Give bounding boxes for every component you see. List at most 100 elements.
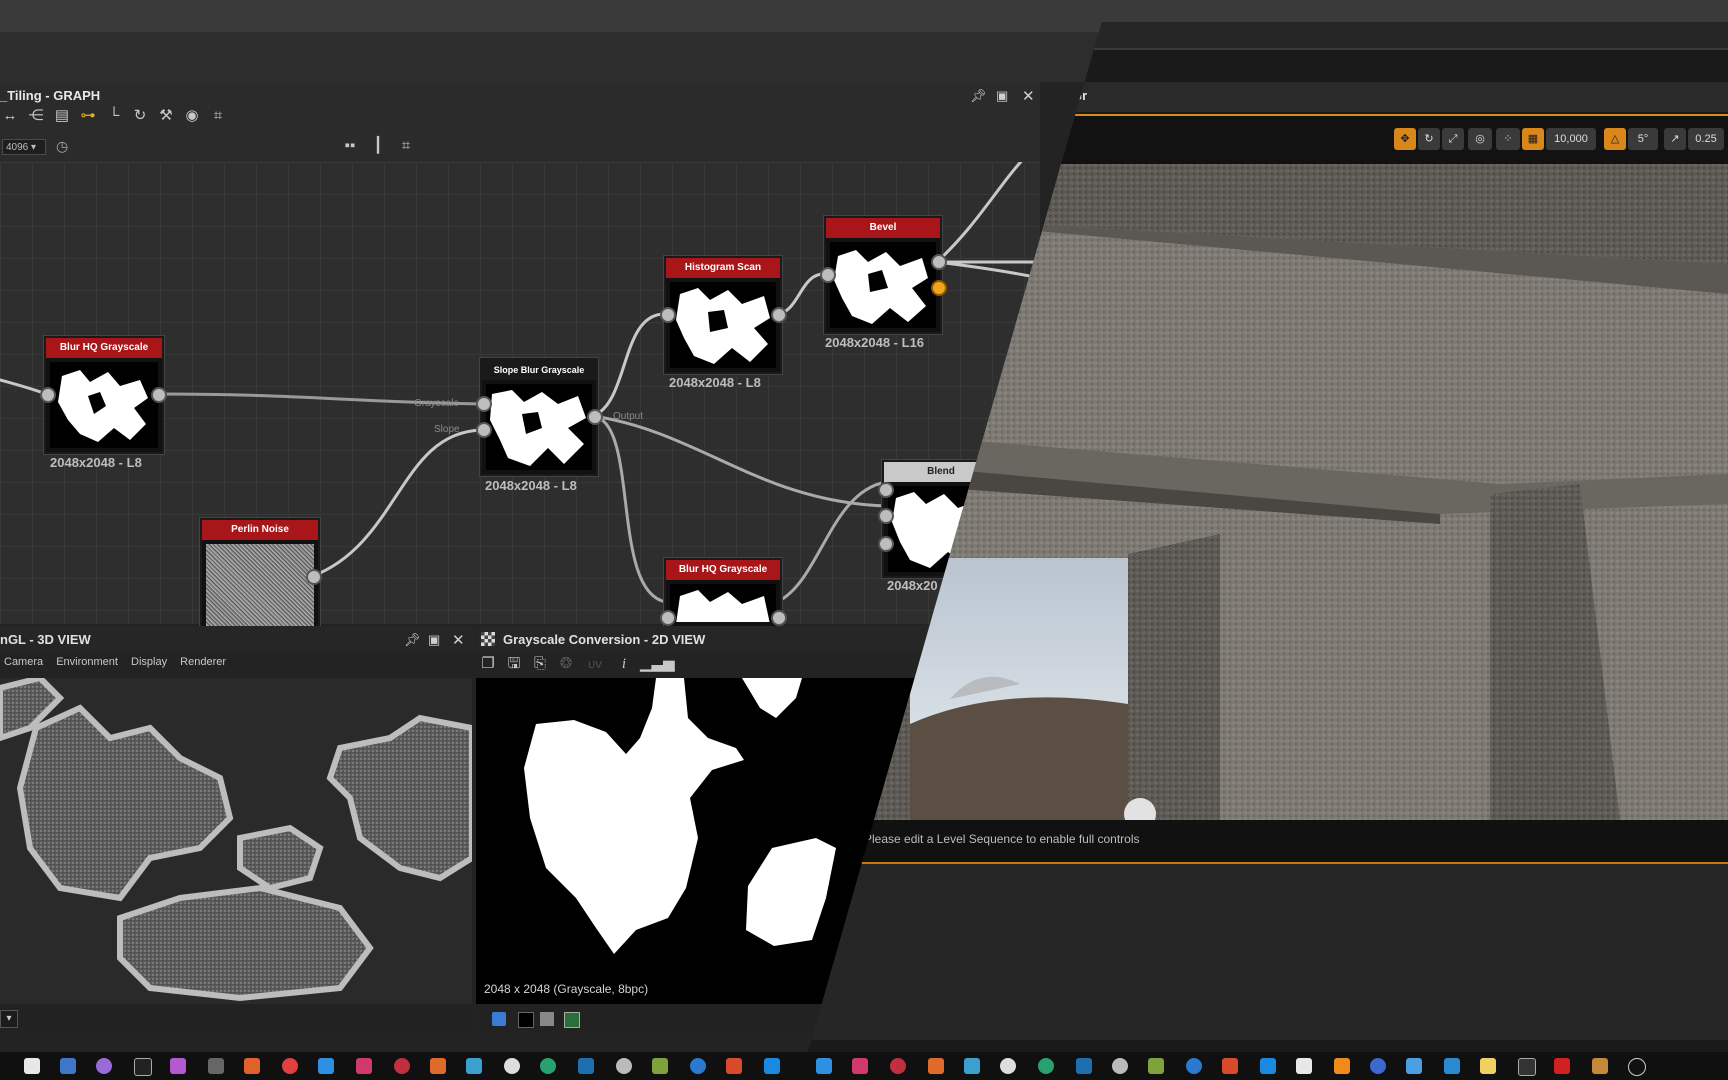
node-input-port-slope[interactable] [476, 422, 492, 438]
world-icon[interactable]: ◎ [1468, 128, 1492, 150]
app-icon[interactable] [134, 1058, 152, 1076]
app-icon[interactable] [356, 1058, 372, 1074]
node-blur-hq-grayscale[interactable]: Blur HQ Grayscale [44, 336, 164, 454]
app-icon[interactable] [1222, 1058, 1238, 1074]
translate-icon[interactable]: ✥ [1394, 128, 1416, 150]
node-slope-blur-grayscale[interactable]: Slope Blur Grayscale [480, 358, 598, 476]
node-output-port[interactable] [306, 569, 322, 585]
view3d-options-dropdown[interactable]: ▾ [0, 1010, 18, 1028]
node-input-port[interactable] [40, 387, 56, 403]
app-icon[interactable] [578, 1058, 594, 1074]
timer-icon[interactable]: ◷ [56, 138, 68, 155]
node-output-port[interactable] [771, 307, 787, 323]
app-icon[interactable] [816, 1058, 832, 1074]
app-icon[interactable] [466, 1058, 482, 1074]
pin-icon[interactable]: 📌︎ [970, 88, 987, 104]
tools-icon[interactable]: ⚒ [156, 106, 176, 126]
app-icon[interactable] [504, 1058, 520, 1074]
app-icon[interactable] [652, 1058, 668, 1074]
app-icon[interactable] [1148, 1058, 1164, 1074]
refresh-icon[interactable]: ↻ [130, 106, 150, 126]
app-icon[interactable] [1260, 1058, 1276, 1074]
connect-icon[interactable]: ↔ [0, 106, 20, 126]
scale-snap-icon[interactable]: ↗ [1664, 128, 1686, 150]
menu-camera[interactable]: Camera [4, 656, 43, 668]
node-output-port-secondary[interactable] [931, 280, 947, 296]
app-icon[interactable] [1406, 1058, 1422, 1074]
app-icon[interactable] [616, 1058, 632, 1074]
resolution-select[interactable]: 4096 ▾ [2, 139, 46, 155]
app-icon[interactable] [1038, 1058, 1054, 1074]
app-icon[interactable] [1076, 1058, 1092, 1074]
app-icon[interactable] [282, 1058, 298, 1074]
app-icon[interactable] [24, 1058, 40, 1074]
app-icon[interactable] [726, 1058, 742, 1074]
app-icon[interactable] [1480, 1058, 1496, 1074]
app-icon[interactable] [1554, 1058, 1570, 1074]
histogram-icon[interactable]: ▁▃▅ [640, 654, 675, 674]
node-input-port[interactable] [820, 267, 836, 283]
app-icon[interactable] [852, 1058, 868, 1074]
app-icon[interactable] [1370, 1058, 1386, 1074]
node-output-port[interactable] [587, 409, 603, 425]
snap-icon[interactable]: ⌗ [396, 136, 416, 156]
frame-icon[interactable]: ▤ [52, 106, 72, 126]
node-input-port[interactable] [660, 610, 676, 626]
hierarchy-icon[interactable]: ⋲ [26, 106, 46, 126]
app-icon[interactable] [1444, 1058, 1460, 1074]
pin-icon[interactable]: 📌︎ [404, 632, 421, 648]
rotate-icon[interactable]: ↻ [1418, 128, 1440, 150]
view3d-viewport[interactable] [0, 678, 472, 1004]
menu-display[interactable]: Display [131, 656, 167, 668]
scale-icon[interactable]: ⤢ [1442, 128, 1464, 150]
app-icon[interactable] [1628, 1058, 1646, 1076]
node-output-port[interactable] [151, 387, 167, 403]
info-icon[interactable]: i [614, 654, 634, 674]
app-icon[interactable] [690, 1058, 706, 1074]
app-icon[interactable] [1518, 1058, 1536, 1076]
app-icon[interactable] [764, 1058, 780, 1074]
app-icon[interactable] [1112, 1058, 1128, 1074]
snapshot-icon[interactable]: ◉ [182, 106, 202, 126]
app-icon[interactable] [318, 1058, 334, 1074]
app-icon[interactable] [96, 1058, 112, 1074]
app-icon[interactable] [1000, 1058, 1016, 1074]
gray-swatch[interactable] [540, 1012, 554, 1026]
app-icon[interactable] [964, 1058, 980, 1074]
node-histogram-scan[interactable]: Histogram Scan [664, 256, 782, 374]
app-icon[interactable] [540, 1058, 556, 1074]
node-perlin-noise[interactable]: Perlin Noise [200, 518, 320, 634]
node-input-port-grayscale[interactable] [476, 396, 492, 412]
app-icon[interactable] [208, 1058, 224, 1074]
node-input-port[interactable] [660, 307, 676, 323]
close-icon[interactable]: ✕ [452, 631, 465, 649]
node-output-port[interactable] [931, 254, 947, 270]
copy-icon[interactable]: ❐ [478, 654, 498, 674]
app-icon[interactable] [60, 1058, 76, 1074]
node-blur-hq-grayscale-2[interactable]: Blur HQ Grayscale [664, 558, 782, 628]
app-icon[interactable] [1296, 1058, 1312, 1074]
grid-icon[interactable]: ⌗ [208, 106, 228, 126]
link-icon[interactable]: ⊶ [78, 106, 98, 126]
node-input-port-foreground[interactable] [878, 482, 894, 498]
close-icon[interactable]: ✕ [1022, 87, 1035, 105]
float-panel-icon[interactable]: ▣ [996, 88, 1008, 104]
paste-icon[interactable]: ⎘ [530, 654, 550, 674]
layers-icon[interactable] [492, 1012, 506, 1026]
menu-environment[interactable]: Environment [56, 656, 118, 668]
rotation-snap-icon[interactable]: △ [1604, 128, 1626, 150]
align-icon[interactable]: ▪▪ [340, 136, 360, 156]
app-icon[interactable] [430, 1058, 446, 1074]
tile-icon[interactable]: ❂ [556, 654, 576, 674]
save-icon[interactable]: 🖫︎ [504, 654, 524, 674]
uv-dropdown[interactable]: UV [582, 656, 608, 676]
surface-snap-icon[interactable]: ⁘ [1496, 128, 1520, 150]
scale-snap-value[interactable]: 0.25 [1688, 128, 1724, 150]
app-icon[interactable] [394, 1058, 410, 1074]
app-icon[interactable] [1334, 1058, 1350, 1074]
grid-snap-value[interactable]: 10,000 [1546, 128, 1596, 150]
rotation-snap-value[interactable]: 5° [1628, 128, 1658, 150]
node-bevel[interactable]: Bevel [824, 216, 942, 334]
app-icon[interactable] [1186, 1058, 1202, 1074]
node-input-port-mask[interactable] [878, 536, 894, 552]
